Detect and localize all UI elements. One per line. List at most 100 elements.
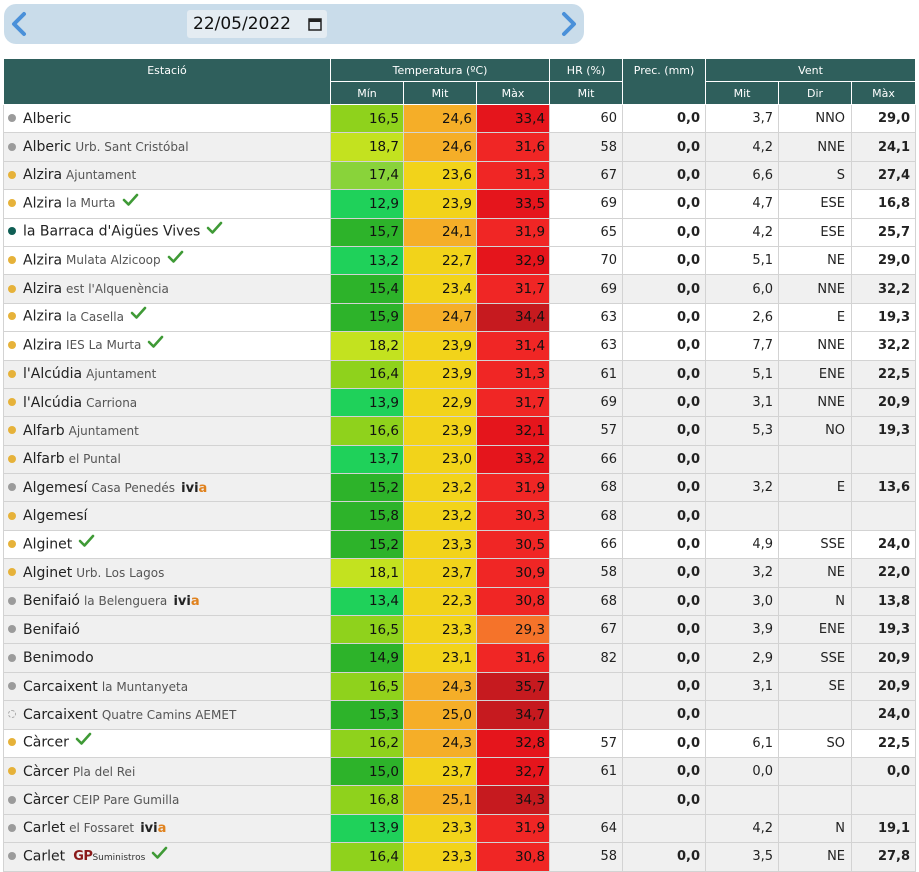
station-location: CEIP Pare Gumilla — [72, 793, 180, 808]
station-cell[interactable]: Alzira Mulata Alzicoop — [3, 245, 331, 276]
chevron-left-icon[interactable] — [8, 11, 32, 37]
station-cell[interactable]: Alzira IES La Murta — [3, 331, 331, 361]
station-name[interactable]: Alfarb — [23, 451, 65, 467]
station-name[interactable]: Càrcer — [23, 764, 69, 780]
station-name[interactable]: Alzira — [23, 281, 62, 297]
header-wind-avg[interactable]: Mit — [705, 81, 780, 105]
station-name[interactable]: Càrcer — [23, 735, 69, 751]
station-cell[interactable]: Càrcer CEIP Pare Gumilla — [3, 785, 331, 815]
table-row[interactable]: Alginet Urb. Los Lagos 18,1 23,7 30,9 58 0,0 3,… — [3, 558, 917, 588]
temp-max-cell: 32,8 — [475, 728, 551, 758]
header-wind-dir[interactable]: Dir — [778, 81, 853, 105]
header-temp-max[interactable]: Màx — [475, 81, 551, 105]
table-row[interactable]: Càrcer CEIP Pare Gumilla 16,8 25,1 34,3 0,0 — [3, 785, 917, 815]
station-name[interactable]: Benifaió — [23, 593, 80, 609]
header-temp-min[interactable]: Mín — [330, 81, 404, 105]
station-cell[interactable]: Carlet el Fossaret ivia — [3, 813, 331, 844]
station-name[interactable]: Carlet — [23, 820, 65, 836]
table-row[interactable]: Alzira la Murta 12,9 23,9 33,5 69 0,0 4,7 ESE 16,… — [3, 189, 917, 219]
header-hr-avg[interactable]: Mit — [549, 81, 624, 105]
table-row[interactable]: Carlet el Fossaret ivia 13,9 23,3 31,9 64 4,2 N… — [3, 813, 917, 844]
table-row[interactable]: Alzira est l'Alquenència 15,4 23,4 31,7 69 0,0… — [3, 274, 917, 304]
header-station[interactable]: Estació — [3, 58, 331, 105]
table-row[interactable]: Carcaixent Quatre Camins AEMET 15,3 25,0 34,… — [3, 700, 917, 730]
chevron-right-icon[interactable] — [556, 11, 580, 37]
station-cell[interactable]: Alzira Ajuntament — [3, 160, 331, 191]
station-cell[interactable]: Alzira la Casella — [3, 302, 331, 333]
table-row[interactable]: Alzira Ajuntament 17,4 23,6 31,3 67 0,0 6,6 S 27,… — [3, 160, 917, 191]
table-row[interactable]: Alberic 16,5 24,6 33,4 60 0,0 3,7 NNO 29,0 — [3, 103, 917, 134]
temp-avg-cell: 24,3 — [403, 728, 477, 758]
station-cell[interactable]: Carcaixent Quatre Camins AEMET — [3, 700, 331, 730]
station-name[interactable]: Alzira — [23, 337, 62, 353]
station-cell[interactable]: Alberic — [3, 103, 331, 134]
station-cell[interactable]: Alginet — [3, 529, 331, 560]
station-cell[interactable]: Algemesí — [3, 501, 331, 531]
station-cell[interactable]: Benifaió — [3, 615, 331, 645]
station-name[interactable]: l'Alcúdia — [23, 395, 82, 411]
station-name[interactable]: Alberic — [23, 139, 71, 155]
station-cell[interactable]: Benimodo — [3, 643, 331, 673]
station-cell[interactable]: Carlet GPSuministros — [3, 842, 331, 872]
station-cell[interactable]: Benifaió la Belenguera ivia — [3, 586, 331, 617]
station-name[interactable]: Alzira — [23, 309, 62, 325]
table-row[interactable]: Benifaió 16,5 23,3 29,3 67 0,0 3,9 ENE 19,3 — [3, 615, 917, 645]
station-cell[interactable]: Algemesí Casa Penedés ivia — [3, 473, 331, 503]
table-row[interactable]: Alzira IES La Murta 18,2 23,9 31,4 63 0,0 7,7 NN… — [3, 331, 917, 361]
station-name[interactable]: Alzira — [23, 167, 62, 183]
station-name[interactable]: Carcaixent — [23, 707, 98, 723]
station-cell[interactable]: Alzira est l'Alquenència — [3, 274, 331, 304]
temp-max-cell: 31,6 — [475, 643, 551, 673]
table-row[interactable]: Càrcer 16,2 24,3 32,8 57 0,0 6,1 SO 22,5 — [3, 728, 917, 758]
station-name[interactable]: l'Alcúdia — [23, 366, 82, 382]
station-cell[interactable]: la Barraca d'Aigües Vives — [3, 217, 331, 247]
header-temp-avg[interactable]: Mit — [403, 81, 477, 105]
table-row[interactable]: Alginet 15,2 23,3 30,5 66 0,0 4,9 SSE 24,0 — [3, 529, 917, 560]
station-cell[interactable]: Alberic Urb. Sant Cristóbal — [3, 132, 331, 162]
station-cell[interactable]: Alzira la Murta — [3, 189, 331, 219]
station-name[interactable]: Alginet — [23, 565, 72, 581]
station-cell[interactable]: l'Alcúdia Ajuntament — [3, 359, 331, 389]
station-name[interactable]: Càrcer — [23, 792, 69, 808]
temp-max-cell: 32,9 — [475, 245, 551, 276]
station-cell[interactable]: Alginet Urb. Los Lagos — [3, 558, 331, 588]
station-name[interactable]: Alginet — [23, 536, 72, 552]
table-row[interactable]: Alfarb Ajuntament 16,6 23,9 32,1 57 0,0 5,3 NO 19… — [3, 416, 917, 446]
table-row[interactable]: Benimodo 14,9 23,1 31,6 82 0,0 2,9 SSE 20,9 — [3, 643, 917, 673]
header-precipitation[interactable]: Prec. (mm) — [622, 58, 707, 105]
station-cell[interactable]: Alfarb Ajuntament — [3, 416, 331, 446]
table-row[interactable]: Carcaixent la Muntanyeta 16,5 24,3 35,7 0,0 3,… — [3, 671, 917, 702]
station-cell[interactable]: l'Alcúdia Carriona — [3, 387, 331, 418]
station-cell[interactable]: Càrcer — [3, 728, 331, 758]
station-name[interactable]: Alfarb — [23, 423, 65, 439]
station-name[interactable]: Algemesí — [23, 508, 87, 524]
station-name[interactable]: la Barraca d'Aigües Vives — [23, 224, 200, 240]
station-name[interactable]: Carcaixent — [23, 679, 98, 695]
station-name[interactable]: Alzira — [23, 195, 62, 211]
station-name[interactable]: Alzira — [23, 252, 62, 268]
table-row[interactable]: l'Alcúdia Carriona 13,9 22,9 31,7 69 0,0 3,1 NNE… — [3, 387, 917, 418]
calendar-icon[interactable] — [308, 17, 322, 31]
station-name[interactable]: Benimodo — [23, 650, 94, 666]
station-name[interactable]: Carlet — [23, 848, 65, 864]
station-name[interactable]: Benifaió — [23, 622, 80, 638]
table-row[interactable]: Alfarb el Puntal 13,7 23,0 33,2 66 0,0 — [3, 444, 917, 475]
header-wind-max[interactable]: Màx — [851, 81, 917, 105]
station-cell[interactable]: Alfarb el Puntal — [3, 444, 331, 475]
station-name[interactable]: Algemesí — [23, 480, 87, 496]
table-row[interactable]: Algemesí 15,8 23,2 30,3 68 0,0 — [3, 501, 917, 531]
table-row[interactable]: Càrcer Pla del Rei 15,0 23,7 32,7 61 0,0 0,0 0,0 — [3, 756, 917, 787]
table-row[interactable]: Alberic Urb. Sant Cristóbal 18,7 24,6 31,6 58… — [3, 132, 917, 162]
table-row[interactable]: Alzira la Casella 15,9 24,7 34,4 63 0,0 2,6 E 19,… — [3, 302, 917, 333]
date-input[interactable]: 22/05/2022 — [187, 10, 327, 38]
table-row[interactable]: la Barraca d'Aigües Vives 15,7 24,1 31,9 65 0… — [3, 217, 917, 247]
table-row[interactable]: Alzira Mulata Alzicoop 13,2 22,7 32,9 70 0,0 5,… — [3, 245, 917, 276]
station-cell[interactable]: Càrcer Pla del Rei — [3, 756, 331, 787]
table-row[interactable]: Carlet GPSuministros 16,4 23,3 30,8 58 0,0 3,5… — [3, 842, 917, 872]
table-row[interactable]: l'Alcúdia Ajuntament 16,4 23,9 31,3 61 0,0 5,1 E… — [3, 359, 917, 389]
table-row[interactable]: Algemesí Casa Penedés ivia 15,2 23,2 31,9 68 0… — [3, 473, 917, 503]
station-name[interactable]: Alberic — [23, 111, 71, 127]
station-cell[interactable]: Carcaixent la Muntanyeta — [3, 671, 331, 702]
table-row[interactable]: Benifaió la Belenguera ivia 13,4 22,3 30,8 68… — [3, 586, 917, 617]
temp-avg-cell: 23,9 — [403, 331, 477, 361]
